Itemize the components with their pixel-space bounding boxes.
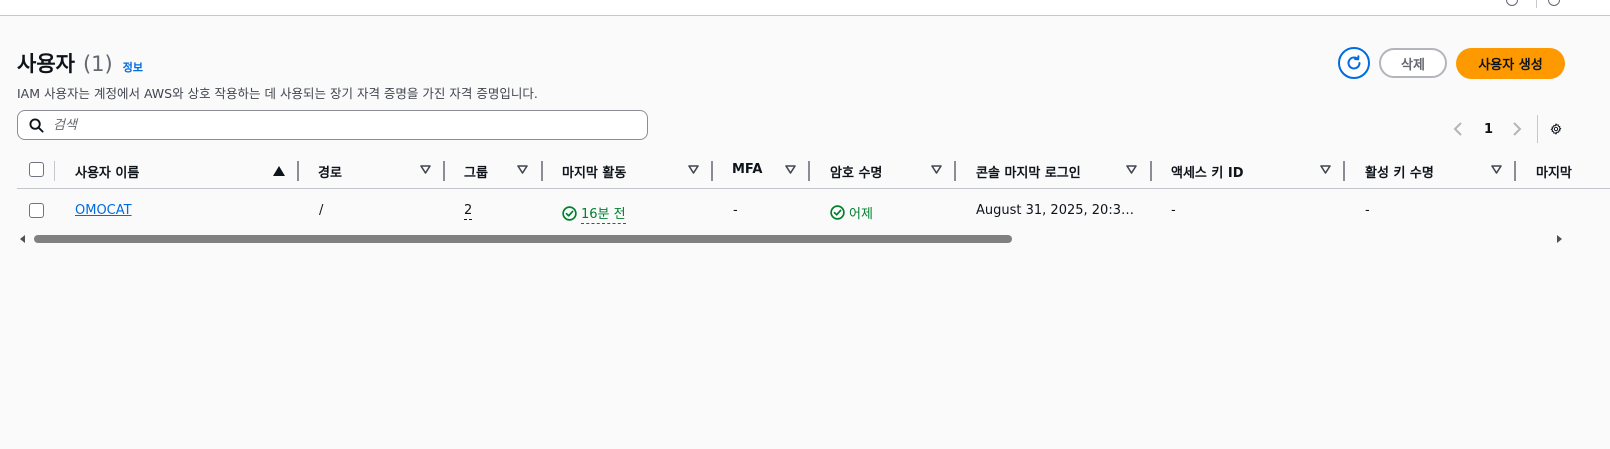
page-header: 사용자 (1) 정보 bbox=[17, 48, 143, 78]
sort-icon[interactable] bbox=[1320, 165, 1331, 174]
horizontal-scrollbar[interactable] bbox=[17, 232, 1562, 246]
column-header-active-key-age[interactable]: 활성 키 수명 bbox=[1365, 162, 1434, 181]
previous-page-button[interactable] bbox=[1452, 119, 1464, 139]
delete-button[interactable]: 삭제 bbox=[1379, 48, 1447, 78]
column-header-access-key-id[interactable]: 액세스 키 ID bbox=[1171, 162, 1244, 181]
refresh-icon bbox=[1347, 55, 1361, 70]
sort-icon[interactable] bbox=[688, 165, 699, 174]
column-divider[interactable] bbox=[1343, 161, 1345, 181]
active-key-age-value: - bbox=[1365, 203, 1370, 218]
divider bbox=[1536, 0, 1537, 8]
user-name-link[interactable]: OMOCAT bbox=[75, 203, 132, 218]
column-divider[interactable] bbox=[443, 161, 445, 181]
user-path: / bbox=[319, 203, 324, 218]
column-header-last-activity[interactable]: 마지막 활동 bbox=[562, 162, 626, 181]
gear-icon bbox=[1550, 123, 1562, 135]
sort-ascending-icon[interactable] bbox=[273, 166, 285, 176]
sort-icon[interactable] bbox=[931, 165, 942, 174]
page-title: 사용자 bbox=[17, 52, 75, 76]
refresh-button[interactable] bbox=[1338, 47, 1370, 79]
scroll-left-arrow-icon[interactable] bbox=[20, 235, 25, 243]
password-age-value: 어제 bbox=[849, 207, 873, 222]
password-age-status: 어제 bbox=[830, 203, 873, 222]
divider bbox=[1537, 115, 1539, 143]
scroll-right-arrow-icon[interactable] bbox=[1557, 235, 1562, 243]
column-divider[interactable] bbox=[541, 161, 543, 181]
column-divider[interactable] bbox=[711, 161, 713, 181]
column-divider[interactable] bbox=[1514, 161, 1516, 181]
column-header-console-last-login[interactable]: 콘솔 마지막 로그인 bbox=[976, 162, 1081, 181]
page-description: IAM 사용자는 계정에서 AWS와 상호 작용하는 데 사용되는 장기 자격 … bbox=[17, 86, 538, 101]
user-groups[interactable]: 2 bbox=[464, 203, 473, 220]
table-header: 사용자 이름 경로 그룹 마지막 활동 MFA 암호 수명 콘솔 마지막 로그인… bbox=[17, 151, 1610, 189]
search-icon bbox=[29, 117, 44, 133]
scrollbar-thumb[interactable] bbox=[34, 235, 1012, 243]
console-last-login-value: August 31, 2025, 20:3… bbox=[976, 203, 1134, 218]
table-row: OMOCAT / 2 16분 전 - 어제 August 31, 2025, 2… bbox=[17, 191, 1610, 231]
last-activity-status: 16분 전 bbox=[562, 203, 626, 224]
column-divider[interactable] bbox=[808, 161, 810, 181]
row-select-checkbox[interactable] bbox=[29, 203, 44, 218]
create-user-button[interactable]: 사용자 생성 bbox=[1456, 47, 1565, 79]
sort-icon[interactable] bbox=[1126, 165, 1137, 174]
info-link[interactable]: 정보 bbox=[123, 59, 143, 75]
access-key-id-value: - bbox=[1171, 203, 1176, 218]
notification-icon[interactable] bbox=[1506, 0, 1518, 6]
column-header-last[interactable]: 마지막 bbox=[1536, 162, 1572, 181]
check-circle-icon bbox=[830, 205, 845, 220]
check-circle-icon bbox=[562, 206, 577, 221]
sort-icon[interactable] bbox=[517, 165, 528, 174]
column-divider[interactable] bbox=[1150, 161, 1152, 181]
header-actions: 삭제 사용자 생성 bbox=[1338, 47, 1565, 79]
pagination: 1 bbox=[1452, 115, 1562, 143]
mfa-value: - bbox=[733, 203, 738, 218]
top-navigation-bar bbox=[0, 0, 1610, 16]
column-divider[interactable] bbox=[954, 161, 956, 181]
select-all-checkbox[interactable] bbox=[29, 162, 44, 177]
user-count: (1) bbox=[82, 52, 113, 76]
preferences-button[interactable] bbox=[1550, 119, 1562, 139]
last-activity-value[interactable]: 16분 전 bbox=[581, 203, 626, 224]
column-header-password-age[interactable]: 암호 수명 bbox=[830, 162, 882, 181]
sort-icon[interactable] bbox=[420, 165, 431, 174]
chevron-right-icon bbox=[1513, 122, 1522, 136]
search-box[interactable] bbox=[17, 110, 648, 140]
column-divider bbox=[54, 161, 55, 181]
column-header-path[interactable]: 경로 bbox=[318, 162, 342, 181]
sort-icon[interactable] bbox=[785, 165, 796, 174]
chevron-left-icon bbox=[1453, 122, 1462, 136]
column-header-groups[interactable]: 그룹 bbox=[464, 162, 488, 181]
column-header-user-name[interactable]: 사용자 이름 bbox=[75, 162, 139, 181]
column-divider[interactable] bbox=[297, 161, 299, 181]
search-input[interactable] bbox=[53, 117, 633, 133]
column-header-mfa[interactable]: MFA bbox=[732, 162, 762, 177]
sort-icon[interactable] bbox=[1491, 165, 1502, 174]
current-page[interactable]: 1 bbox=[1484, 122, 1493, 137]
next-page-button[interactable] bbox=[1511, 119, 1523, 139]
settings-icon[interactable] bbox=[1548, 0, 1560, 6]
